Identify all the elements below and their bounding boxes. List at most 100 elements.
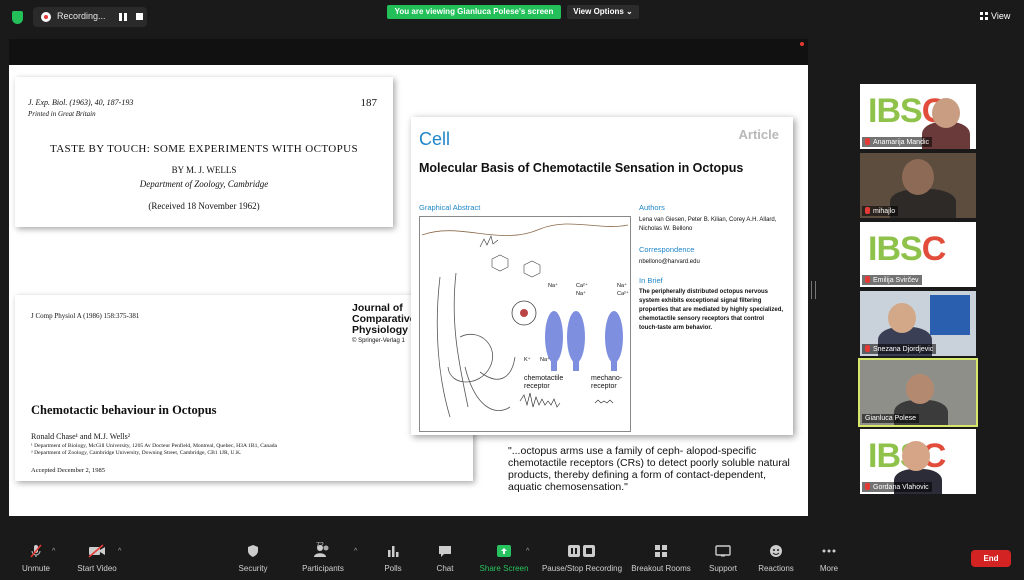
presentation-slide: J. Exp. Biol. (1963), 40, 187-193 Printe… bbox=[9, 65, 808, 516]
mic-muted-icon bbox=[16, 544, 56, 558]
video-options-caret[interactable]: ^ bbox=[118, 548, 121, 555]
background-window bbox=[930, 295, 970, 335]
stop-recording-icon[interactable] bbox=[136, 13, 143, 20]
audio-options-caret[interactable]: ^ bbox=[52, 548, 55, 555]
mechanoreceptor-label: mechano-receptor bbox=[591, 375, 623, 390]
participant-tile-active-speaker[interactable]: Gianluca Polese bbox=[858, 358, 978, 427]
recording-label: Recording... bbox=[57, 11, 106, 21]
shield-icon[interactable] bbox=[12, 11, 23, 24]
article-title: Molecular Basis of Chemotactile Sensatio… bbox=[419, 161, 744, 175]
viewing-banner: You are viewing Gianluca Polese's screen bbox=[387, 5, 561, 19]
ion-na-label-2: Na⁺ bbox=[576, 291, 586, 297]
authors-text: Lena van Giesen, Peter B. Kilian, Corey … bbox=[639, 217, 777, 232]
ion-k-label: K⁺ bbox=[524, 357, 531, 363]
video-off-icon bbox=[72, 544, 122, 558]
panel-resize-handle[interactable] bbox=[811, 281, 816, 299]
end-meeting-button[interactable]: End bbox=[971, 550, 1011, 567]
authors-heading: Authors bbox=[639, 203, 665, 212]
pause-stop-icon bbox=[540, 544, 624, 558]
in-brief-text: The peripherally distributed octopus ner… bbox=[639, 289, 784, 331]
cell-article: Cell Article Molecular Basis of Chemotac… bbox=[411, 117, 793, 435]
view-button[interactable]: View bbox=[980, 11, 1010, 21]
share-options-caret[interactable]: ^ bbox=[526, 548, 529, 555]
correspondence-heading: Correspondence bbox=[639, 245, 695, 254]
more-icon bbox=[816, 544, 842, 558]
support-label: Support bbox=[708, 564, 738, 573]
cell-logo: Cell bbox=[419, 129, 451, 149]
chat-label: Chat bbox=[436, 564, 454, 573]
ion-na-label-4: Na⁺ bbox=[540, 357, 550, 363]
share-screen-icon bbox=[478, 544, 530, 558]
participant-tile[interactable]: mihajlo bbox=[860, 153, 976, 218]
view-label: View bbox=[991, 11, 1011, 21]
meeting-toolbar: Unmute ^ Start Video ^ Security 72 Parti… bbox=[0, 538, 1024, 580]
in-brief-heading: In Brief bbox=[639, 276, 663, 285]
reactions-icon bbox=[756, 544, 796, 558]
participant-face bbox=[902, 441, 930, 471]
paper-chase-wells-1986: J Comp Physiol A (1986) 158:375-381 Jour… bbox=[15, 295, 473, 481]
paper-printed: Printed in Great Britain bbox=[28, 110, 96, 118]
start-video-label: Start Video bbox=[77, 564, 117, 573]
publisher: © Springer-Verlag 1 bbox=[352, 338, 405, 344]
mic-muted-icon bbox=[865, 207, 870, 214]
participant-tile[interactable]: IBSC Anamarija Mandic bbox=[860, 84, 976, 149]
paper-title: Chemotactic behaviour in Octopus bbox=[31, 403, 217, 417]
recording-indicator: Recording... bbox=[33, 7, 147, 27]
paper-author: BY M. J. WELLS bbox=[171, 165, 237, 175]
participants-icon: 72 bbox=[300, 542, 346, 558]
mic-muted-icon bbox=[865, 276, 870, 283]
mic-muted-icon bbox=[865, 138, 870, 145]
support-button[interactable]: Support bbox=[706, 544, 740, 573]
security-button[interactable]: Security bbox=[233, 544, 273, 573]
annotation-dot bbox=[800, 42, 804, 46]
pause-stop-recording-button[interactable]: Pause/Stop Recording bbox=[540, 544, 624, 573]
view-options-button[interactable]: View Options ⌄ bbox=[567, 5, 639, 19]
participants-label: Participants bbox=[302, 564, 344, 573]
more-button[interactable]: More bbox=[816, 544, 842, 573]
more-label: More bbox=[819, 564, 839, 573]
ion-na-label-3: Na⁺ bbox=[617, 283, 627, 289]
support-icon bbox=[706, 544, 740, 558]
ion-ca-label: Ca²⁺ bbox=[576, 283, 588, 289]
mic-muted-icon bbox=[865, 345, 870, 352]
shared-screen: J. Exp. Biol. (1963), 40, 187-193 Printe… bbox=[9, 39, 808, 516]
paper-title: TASTE BY TOUCH: SOME EXPERIMENTS WITH OC… bbox=[49, 143, 359, 155]
paper-affiliations: ¹ Department of Biology, McGill Universi… bbox=[31, 443, 277, 457]
polls-icon bbox=[378, 544, 408, 558]
graphical-abstract-drawing bbox=[421, 223, 629, 418]
paper-citation: J. Exp. Biol. (1963), 40, 187-193 bbox=[28, 98, 134, 107]
participants-caret[interactable]: ^ bbox=[354, 548, 357, 555]
grid-icon bbox=[980, 12, 988, 20]
participant-name: Snezana Djordjevic bbox=[862, 344, 937, 354]
breakout-rooms-button[interactable]: Breakout Rooms bbox=[630, 544, 692, 573]
share-screen-button[interactable]: Share Screen bbox=[478, 544, 530, 573]
polls-label: Polls bbox=[384, 564, 402, 573]
article-label: Article bbox=[738, 127, 779, 142]
unmute-label: Unmute bbox=[21, 564, 50, 573]
paper-authors: Ronald Chase¹ and M.J. Wells² bbox=[31, 432, 131, 441]
reactions-button[interactable]: Reactions bbox=[756, 544, 796, 573]
chat-button[interactable]: Chat bbox=[430, 544, 460, 573]
participant-name: Anamarija Mandic bbox=[862, 137, 933, 147]
participant-tile[interactable]: Snezana Djordjevic bbox=[860, 291, 976, 356]
paper-citation: J Comp Physiol A (1986) 158:375-381 bbox=[31, 312, 140, 320]
participants-button[interactable]: 72 Participants bbox=[300, 542, 346, 573]
breakout-rooms-icon bbox=[630, 544, 692, 558]
mic-muted-icon bbox=[865, 483, 870, 490]
paper-department: Department of Zoology, Cambridge bbox=[139, 179, 269, 189]
ion-na-label: Na⁺ bbox=[548, 283, 558, 289]
participant-face bbox=[906, 374, 934, 404]
start-video-button[interactable]: Start Video bbox=[72, 544, 122, 573]
pause-recording-icon[interactable] bbox=[119, 13, 127, 21]
chemotactile-label: chemotactile receptor bbox=[524, 375, 564, 390]
unmute-button[interactable]: Unmute bbox=[16, 544, 56, 573]
participant-tile[interactable]: IBSC Emilija Svirčev bbox=[860, 222, 976, 287]
participant-tile[interactable]: IBSC Gordana Vlahovic bbox=[860, 429, 976, 494]
participant-name: mihajlo bbox=[862, 206, 899, 216]
polls-button[interactable]: Polls bbox=[378, 544, 408, 573]
paper-accepted: Accepted December 2, 1985 bbox=[31, 467, 105, 474]
chat-icon bbox=[430, 544, 460, 558]
correspondence-email: nbellono@harvard.edu bbox=[639, 259, 700, 265]
paper-received: (Received 18 November 1962) bbox=[148, 201, 260, 211]
graphical-abstract-heading: Graphical Abstract bbox=[419, 203, 481, 212]
